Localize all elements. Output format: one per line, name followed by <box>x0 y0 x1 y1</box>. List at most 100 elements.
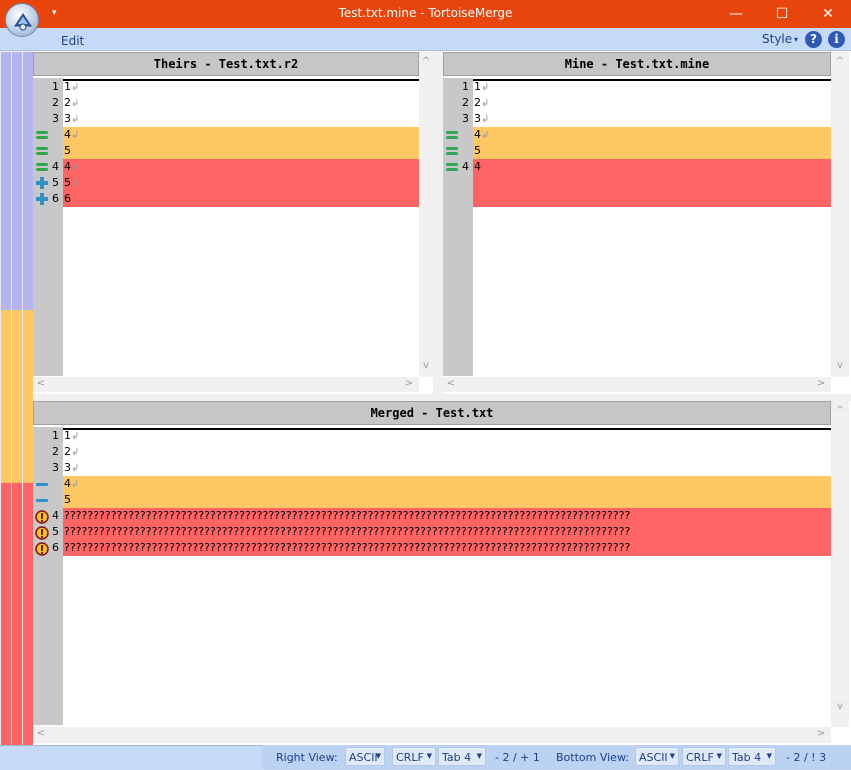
diff-line[interactable]: 44 <box>443 159 831 175</box>
line-number: 4 <box>462 160 469 173</box>
line-text: 4↲ <box>64 160 80 173</box>
diff-line[interactable]: 3 3↲ <box>33 460 831 476</box>
mine-vertical-scrollbar[interactable]: ^ v <box>831 52 849 377</box>
diff-line[interactable]: 5 <box>33 143 419 159</box>
eol-marker: ↲ <box>71 114 80 125</box>
diff-line[interactable]: 1 1↲ <box>33 79 419 97</box>
close-button[interactable]: ✕ <box>805 0 851 28</box>
diff-line[interactable] <box>443 191 831 207</box>
diff-line[interactable]: 5 <box>443 143 831 159</box>
help-icon[interactable]: ? <box>805 31 822 48</box>
vertical-splitter[interactable] <box>433 51 443 394</box>
line-text: 1↲ <box>64 80 80 93</box>
diff-line[interactable]: 3 3↲ <box>443 111 831 127</box>
scroll-left-arrow-icon[interactable]: < <box>35 728 47 739</box>
diff-line[interactable]: 4↲ <box>33 127 419 143</box>
style-menu[interactable]: Style <box>762 32 792 46</box>
scroll-up-arrow-icon[interactable]: ^ <box>420 56 432 67</box>
theirs-lines: 1 1↲ 2 2↲ 3 3↲ 4↲ 5 4 4↲ 5 5↲ 6 6 <box>33 79 419 379</box>
line-number <box>453 127 469 143</box>
scroll-right-arrow-icon[interactable]: > <box>403 378 415 389</box>
right-tab-dropdown[interactable]: Tab 4 ▼ <box>438 747 486 766</box>
chevron-down-icon: ▼ <box>716 752 722 760</box>
theirs-pane[interactable]: Theirs - Test.txt.r2 1 1↲ 2 2↲ 3 3↲ 4↲ 5 4 4↲ 5 5↲ 6… <box>33 52 433 394</box>
horizontal-splitter[interactable] <box>33 394 851 401</box>
app-menu-button[interactable] <box>5 3 39 37</box>
line-text: 3↲ <box>64 461 80 474</box>
mine-horizontal-scrollbar[interactable]: < > <box>443 377 831 392</box>
line-number: 4 <box>52 509 59 522</box>
line-number <box>43 143 59 159</box>
diff-line[interactable]: 4↲ <box>33 476 831 492</box>
line-number: 2 <box>462 96 469 109</box>
merged-pane[interactable]: Merged - Test.txt 1 1↲ 2 2↲ 3 3↲ 4↲ 5 4?????????… <box>33 401 851 744</box>
eol-marker: ↲ <box>71 82 80 93</box>
maximize-button[interactable]: ☐ <box>759 0 805 28</box>
locator-bar-middle[interactable] <box>12 52 22 745</box>
line-text: 4↲ <box>474 128 490 141</box>
eol-marker: ↲ <box>481 114 490 125</box>
chevron-down-icon: ▼ <box>476 752 482 760</box>
mine-pane[interactable]: Mine - Test.txt.mine 1 1↲ 2 2↲ 3 3↲ 4↲ 5 4 4 ^ v … <box>443 52 851 394</box>
diff-line[interactable] <box>443 175 831 191</box>
diff-line[interactable]: 2 2↲ <box>33 444 831 460</box>
style-dropdown-icon[interactable]: ▾ <box>794 35 798 44</box>
merged-horizontal-scrollbar[interactable]: < > <box>33 727 831 743</box>
bottom-eol-dropdown[interactable]: CRLF ▼ <box>682 747 726 766</box>
right-eol-dropdown[interactable]: CRLF ▼ <box>392 747 436 766</box>
diff-line[interactable]: 4 4↲ <box>33 159 419 175</box>
line-number <box>453 143 469 159</box>
eol-marker: ↲ <box>481 130 490 141</box>
diff-line[interactable]: 6???????????????????????????????????????… <box>33 540 831 556</box>
diff-line[interactable]: 4↲ <box>443 127 831 143</box>
bottom-tab-dropdown[interactable]: Tab 4 ▼ <box>728 747 776 766</box>
chevron-down-icon: ▼ <box>426 752 432 760</box>
scroll-left-arrow-icon[interactable]: < <box>35 378 47 389</box>
diff-line[interactable]: 5???????????????????????????????????????… <box>33 524 831 540</box>
line-text: 5 <box>64 493 71 506</box>
scroll-up-arrow-icon[interactable]: ^ <box>834 56 846 67</box>
line-text: ????????????????????????????????????????… <box>64 541 631 554</box>
eol-marker: ↲ <box>481 82 490 93</box>
line-text <box>474 175 831 191</box>
diff-line[interactable]: 5 <box>33 492 831 508</box>
scroll-down-arrow-icon[interactable]: v <box>834 701 846 712</box>
diff-line[interactable]: 2 2↲ <box>443 95 831 111</box>
edit-menu-tab[interactable]: Edit <box>61 34 84 48</box>
line-text <box>474 191 831 207</box>
minimize-button[interactable]: — <box>713 0 759 28</box>
eol-marker: ↲ <box>71 463 80 474</box>
diff-line[interactable]: 66 <box>33 191 419 207</box>
scroll-left-arrow-icon[interactable]: < <box>445 378 457 389</box>
scroll-down-arrow-icon[interactable]: v <box>420 360 432 371</box>
locator-bar-right[interactable] <box>23 52 33 745</box>
diff-line[interactable]: 2 2↲ <box>33 95 419 111</box>
scroll-down-arrow-icon[interactable]: v <box>834 360 846 371</box>
diff-line[interactable]: 1 1↲ <box>33 428 831 446</box>
scroll-right-arrow-icon[interactable]: > <box>815 728 827 739</box>
bottom-eol-value: CRLF <box>686 751 714 764</box>
diff-line[interactable]: 4???????????????????????????????????????… <box>33 508 831 524</box>
line-number: 1 <box>52 80 59 93</box>
merged-vertical-scrollbar[interactable]: ^ v <box>831 401 849 727</box>
info-icon[interactable]: i <box>828 31 845 48</box>
mine-pane-header: Mine - Test.txt.mine <box>443 52 831 76</box>
quick-access-dropdown-icon[interactable]: ▾ <box>52 8 57 18</box>
right-diff-count: - 2 / + 1 <box>495 751 540 764</box>
theirs-horizontal-scrollbar[interactable]: < > <box>33 377 419 392</box>
theirs-pane-header: Theirs - Test.txt.r2 <box>33 52 419 76</box>
line-number <box>43 127 59 143</box>
eol-marker: ↲ <box>71 98 80 109</box>
line-number: 2 <box>52 96 59 109</box>
bottom-encoding-dropdown[interactable]: ASCII ▼ <box>635 747 679 766</box>
diff-line[interactable]: 1 1↲ <box>443 79 831 97</box>
scroll-right-arrow-icon[interactable]: > <box>815 378 827 389</box>
scroll-up-arrow-icon[interactable]: ^ <box>834 405 846 416</box>
line-text: 2↲ <box>64 445 80 458</box>
right-encoding-dropdown[interactable]: ASCII ▼ <box>345 747 385 766</box>
diff-line[interactable]: 5 5↲ <box>33 175 419 191</box>
locator-bar-left[interactable] <box>1 52 11 745</box>
theirs-vertical-scrollbar[interactable]: ^ v <box>419 52 433 377</box>
right-view-label: Right View: <box>276 751 338 764</box>
diff-line[interactable]: 3 3↲ <box>33 111 419 127</box>
